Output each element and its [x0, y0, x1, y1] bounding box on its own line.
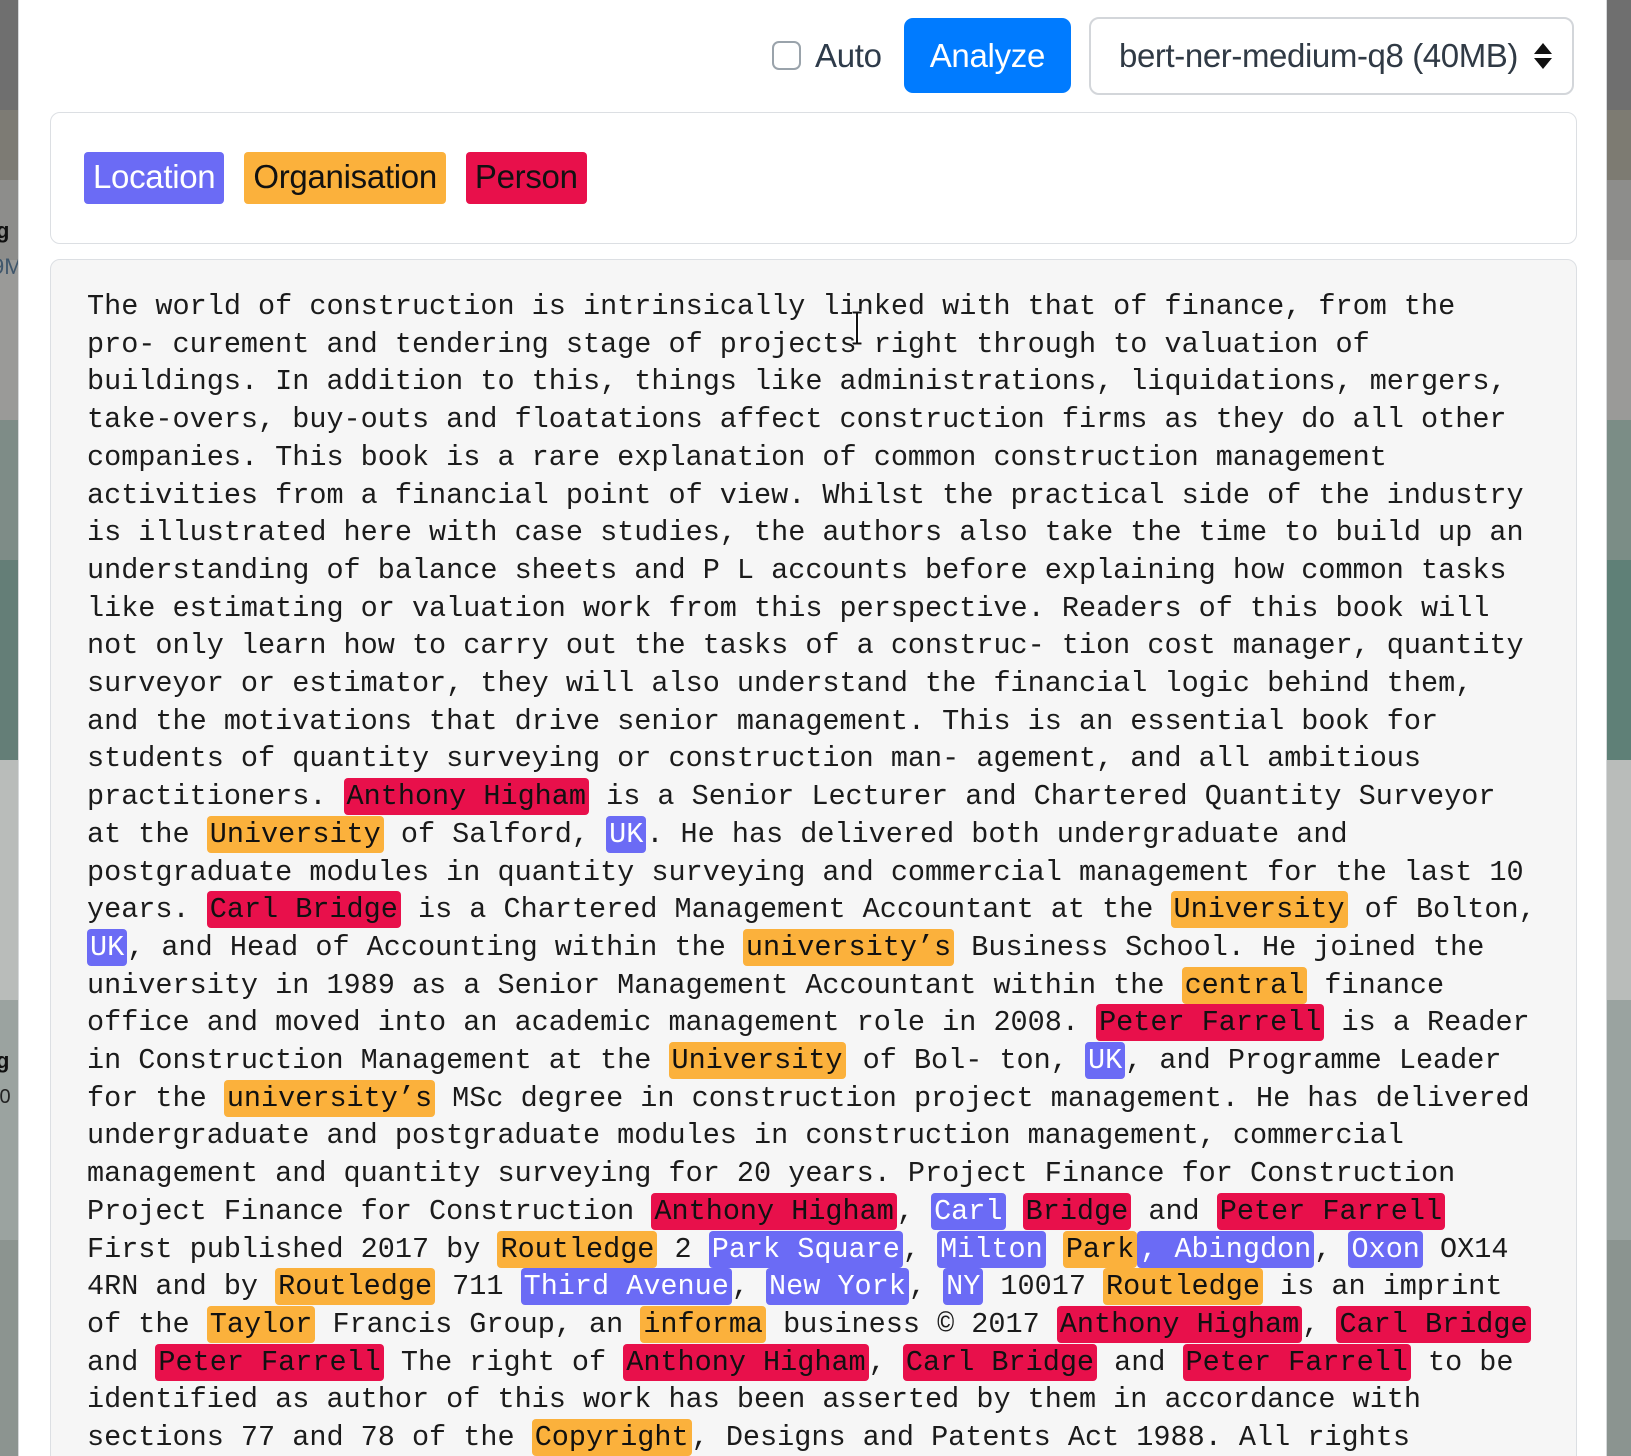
background-page-right-edge — [1607, 0, 1631, 1456]
legend-badge-organisation[interactable]: Organisation — [244, 152, 446, 204]
entity-per: Anthony Higham — [1056, 1305, 1303, 1343]
model-select-value: bert-ner-medium-q8 (40MB) — [1119, 36, 1518, 74]
auto-label: Auto — [815, 36, 882, 74]
auto-checkbox[interactable] — [772, 41, 802, 70]
legend-badge-location[interactable]: Location — [84, 152, 225, 204]
select-updown-icon — [1534, 42, 1552, 69]
entity-per: Anthony Higham — [623, 1343, 869, 1381]
entity-loc: UK — [87, 928, 128, 966]
entity-org: University — [206, 815, 384, 853]
annotated-text-panel[interactable]: The world of construction is intrinsical… — [50, 259, 1577, 1456]
entity-org: Routledge — [275, 1268, 436, 1306]
background-text-fragment-2: 9M — [0, 254, 18, 279]
entity-per: Carl Bridge — [206, 891, 401, 929]
entity-loc: NY — [943, 1268, 984, 1306]
background-photo — [1607, 0, 1631, 1456]
entity-org: Taylor — [206, 1305, 316, 1343]
entity-org: university’s — [742, 928, 955, 966]
entity-per: Peter Farrell — [1096, 1004, 1325, 1042]
legend-badge-person[interactable]: Person — [465, 152, 587, 204]
background-page-left-edge: g 9M g .0 — [0, 0, 18, 1456]
entity-org: Park — [1062, 1230, 1138, 1268]
entity-org: informa — [640, 1305, 767, 1343]
entity-loc: UK — [1084, 1042, 1126, 1080]
background-text-fragment-3: g — [0, 1048, 10, 1073]
entity-per: Anthony Higham — [651, 1192, 897, 1230]
background-text-fragment-4: .0 — [0, 1086, 11, 1108]
entity-org: Routledge — [1103, 1268, 1263, 1306]
entity-loc: , Abingdon — [1137, 1230, 1315, 1268]
analyze-button[interactable]: Analyze — [903, 18, 1072, 93]
entity-loc: Milton — [937, 1230, 1046, 1268]
entity-per: Peter Farrell — [155, 1343, 384, 1381]
entity-org: Routledge — [497, 1230, 658, 1268]
entity-per: Carl Bridge — [1336, 1305, 1531, 1343]
app-panel: Auto Analyze bert-ner-medium-q8 (40MB) L… — [18, 0, 1607, 1456]
background-page-content: g 9M g .0 — [0, 0, 18, 1456]
entity-per: Peter Farrell — [1182, 1343, 1411, 1381]
entity-org: university’s — [223, 1079, 436, 1117]
auto-checkbox-group[interactable]: Auto — [772, 37, 882, 75]
entity-loc: Oxon — [1348, 1230, 1423, 1268]
model-select[interactable]: bert-ner-medium-q8 (40MB) — [1089, 16, 1574, 95]
entity-org: central — [1181, 966, 1308, 1004]
entity-loc: Park Square — [708, 1230, 903, 1268]
entity-per: Anthony Higham — [343, 778, 589, 816]
background-text-fragment-1: g — [0, 218, 10, 243]
entity-per: Carl Bridge — [902, 1343, 1098, 1381]
entity-loc: UK — [606, 815, 647, 853]
entity-loc: Carl — [931, 1192, 1006, 1230]
entity-org: University — [668, 1042, 846, 1080]
entity-org: Copyright — [531, 1419, 692, 1456]
toolbar: Auto Analyze bert-ner-medium-q8 (40MB) — [19, 0, 1606, 111]
entity-loc: Third Avenue — [520, 1268, 732, 1306]
entity-loc: New York — [766, 1268, 909, 1306]
entity-org: University — [1170, 891, 1348, 929]
entity-per: Bridge — [1022, 1192, 1132, 1230]
entity-legend-panel: Location Organisation Person — [50, 112, 1577, 244]
document-text[interactable]: The world of construction is intrinsical… — [87, 288, 1540, 1456]
entity-per: Peter Farrell — [1216, 1192, 1446, 1230]
